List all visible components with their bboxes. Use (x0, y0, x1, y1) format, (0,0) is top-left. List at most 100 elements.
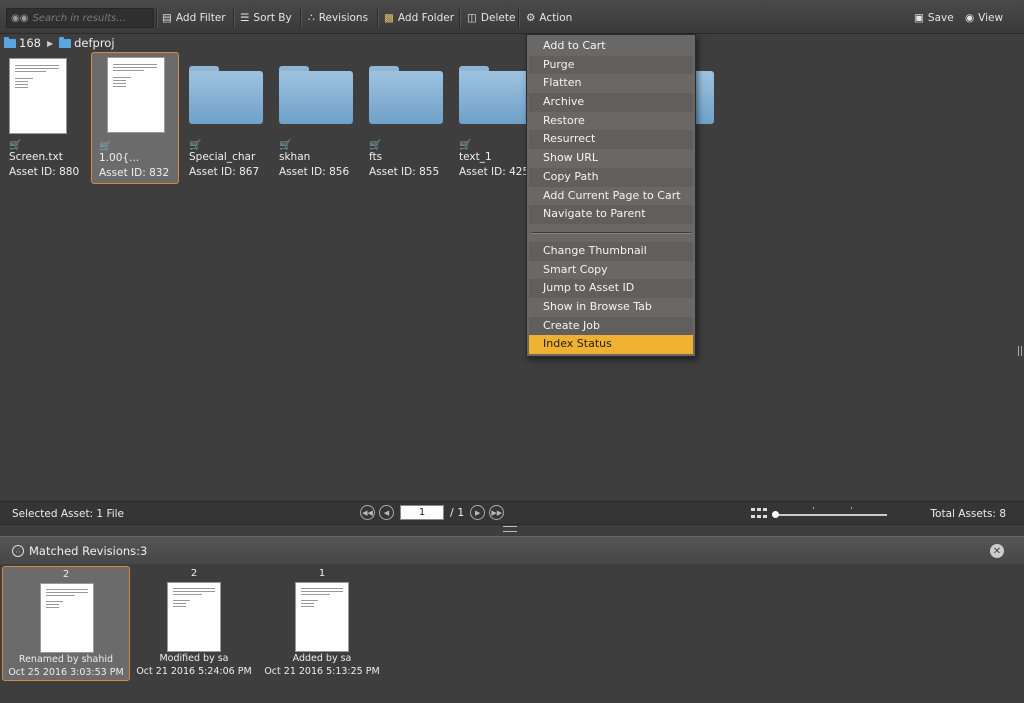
breadcrumb: 168 ▶ defproj (4, 35, 115, 51)
search-input[interactable] (32, 12, 153, 24)
revision-item[interactable]: 2 Modified by sa Oct 21 2016 5:24:06 PM (130, 566, 258, 681)
revision-item[interactable]: 1 Added by sa Oct 21 2016 5:13:25 PM (258, 566, 386, 681)
search-box[interactable]: ◉◉ (6, 8, 154, 28)
action-context-menu: Add to Cart Purge Flatten Archive Restor… (526, 34, 696, 357)
menu-item-add-current-page-to-cart[interactable]: Add Current Page to Cart (529, 187, 693, 206)
revision-date: Oct 25 2016 3:03:53 PM (8, 667, 124, 678)
revision-author: Modified by sa (159, 653, 229, 664)
menu-item-restore[interactable]: Restore (529, 112, 693, 131)
menu-item-archive[interactable]: Archive (529, 93, 693, 112)
cart-icon[interactable]: 🛒 (189, 140, 201, 151)
add-filter-button[interactable]: ▤ Add Filter (162, 8, 226, 28)
menu-item-create-job[interactable]: Create Job (529, 316, 693, 336)
menu-item-flatten[interactable]: Flatten (529, 74, 693, 93)
revisions-icon: ∴ (308, 12, 315, 24)
action-label: Action (539, 12, 573, 24)
folder-thumbnail (369, 66, 443, 124)
menu-item-show-url[interactable]: Show URL (529, 149, 693, 168)
selected-asset-count: Selected Asset: 1 File (12, 508, 125, 520)
asset-id: Asset ID: 880 (9, 166, 80, 178)
action-button[interactable]: ⚙ Action (526, 8, 572, 28)
view-button[interactable]: ◉ View (965, 8, 1003, 28)
cart-icon[interactable]: 🛒 (369, 140, 381, 151)
menu-item-purge[interactable]: Purge (529, 55, 693, 75)
filter-icon: ▤ (162, 12, 172, 24)
cart-icon[interactable]: 🛒 (9, 140, 21, 151)
delete-button[interactable]: ◫ Delete (467, 8, 515, 28)
next-page-icon[interactable]: ▶ (470, 505, 486, 520)
revision-number: 2 (62, 569, 70, 580)
asset-name: 1.00{... (99, 152, 140, 164)
add-folder-icon: ▩ (384, 12, 394, 24)
page-total: / 1 (450, 506, 465, 519)
menu-item-navigate-to-parent[interactable]: Navigate to Parent (529, 205, 693, 224)
menu-item-jump-to-asset-id[interactable]: Jump to Asset ID (529, 279, 693, 298)
folder-thumbnail (189, 66, 263, 124)
asset-id: Asset ID: 867 (189, 166, 260, 178)
menu-item-change-thumbnail[interactable]: Change Thumbnail (529, 241, 693, 261)
document-thumbnail (40, 583, 94, 653)
chevron-right-icon: ▶ (46, 38, 54, 48)
binoculars-icon: ◉◉ (11, 12, 29, 24)
thumbnail-size-slider[interactable] (772, 507, 887, 518)
asset-tile[interactable]: 🛒 fts Asset ID: 855 (361, 52, 449, 184)
asset-tile[interactable]: 🛒 Special_char Asset ID: 867 (181, 52, 269, 184)
page-number-input[interactable] (400, 505, 444, 520)
revision-number: 1 (318, 568, 326, 579)
close-icon[interactable]: ✕ (990, 544, 1004, 558)
menu-item-smart-copy[interactable]: Smart Copy (529, 261, 693, 280)
revisions-button[interactable]: ∴ Revisions (308, 8, 368, 28)
revision-date: Oct 21 2016 5:13:25 PM (264, 666, 380, 677)
delete-label: Delete (480, 12, 516, 24)
asset-name: Screen.txt (9, 151, 63, 163)
asset-tile[interactable]: 🛒 Screen.txt Asset ID: 880 (1, 52, 89, 184)
toolbar: ◉◉ ▤ Add Filter ☰ Sort By ∴ Revisions ▩ … (0, 0, 1024, 34)
menu-item-copy-path[interactable]: Copy Path (529, 167, 693, 187)
sort-by-button[interactable]: ☰ Sort By (240, 8, 292, 28)
grid-view-icon[interactable] (751, 508, 767, 520)
folder-icon (4, 36, 16, 48)
cart-icon[interactable]: 🛒 (459, 140, 471, 151)
document-thumbnail (167, 582, 221, 652)
save-label: Save (927, 12, 954, 24)
breadcrumb-item-168[interactable]: 168 (19, 36, 41, 50)
view-label: View (978, 12, 1004, 24)
breadcrumb-item-defproj[interactable]: defproj (74, 36, 114, 50)
save-button[interactable]: ▣ Save (914, 8, 954, 28)
eye-icon: ◉ (965, 12, 975, 24)
first-page-icon[interactable]: ◀◀ (360, 505, 375, 520)
revision-date: Oct 21 2016 5:24:06 PM (136, 666, 252, 677)
save-icon: ▣ (914, 12, 924, 24)
folder-thumbnail (279, 66, 353, 124)
prev-page-icon[interactable]: ◀ (379, 505, 394, 520)
add-folder-button[interactable]: ▩ Add Folder (384, 8, 454, 28)
menu-item-add-to-cart[interactable]: Add to Cart (529, 37, 693, 56)
slider-knob[interactable] (772, 511, 779, 518)
add-folder-label: Add Folder (397, 12, 455, 24)
menu-item-resurrect[interactable]: Resurrect (529, 130, 693, 150)
asset-name: Special_char (189, 151, 256, 163)
revisions-panel-header: ∴ Matched Revisions:3 ✕ (0, 536, 1024, 564)
revisions-icon: ∴ (12, 545, 24, 557)
revision-number: 2 (190, 568, 198, 579)
asset-id: Asset ID: 855 (369, 166, 440, 178)
document-thumbnail (107, 57, 165, 133)
asset-tile[interactable]: 🛒 skhan Asset ID: 856 (271, 52, 359, 184)
panel-splitter[interactable] (503, 526, 517, 532)
asset-id: Asset ID: 832 (99, 167, 170, 179)
cart-icon[interactable]: 🛒 (279, 140, 291, 151)
cart-icon[interactable]: 🛒 (99, 141, 111, 152)
revision-item[interactable]: 2 Renamed by shahid Oct 25 2016 3:03:53 … (2, 566, 130, 681)
menu-item-show-in-browse-tab[interactable]: Show in Browse Tab (529, 298, 693, 317)
resize-handle[interactable] (1018, 346, 1022, 356)
last-page-icon[interactable]: ▶▶ (489, 505, 505, 520)
asset-tile-selected[interactable]: 🛒 1.00{... Asset ID: 832 (91, 52, 179, 184)
folder-icon (59, 36, 72, 48)
asset-name: text_1 (459, 151, 492, 163)
gear-icon: ⚙ (526, 12, 536, 24)
asset-id: Asset ID: 856 (279, 166, 350, 178)
document-thumbnail (9, 58, 67, 134)
asset-id: Asset ID: 425 (459, 166, 530, 178)
revisions-title: ∴ Matched Revisions:3 (12, 544, 147, 558)
menu-item-index-status[interactable]: Index Status (529, 335, 693, 354)
